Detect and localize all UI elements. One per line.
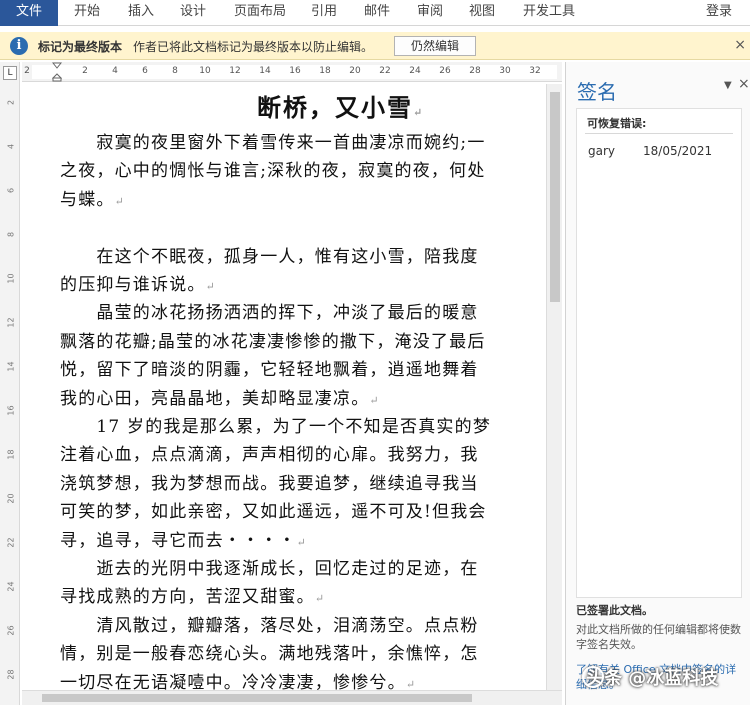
vruler-tick: 26 bbox=[6, 625, 16, 636]
hruler-tick: 26 bbox=[439, 66, 451, 76]
document-line: 逝去的光阴中我逐渐成长，回忆走过的足迹，在 bbox=[60, 559, 479, 579]
hruler-tick: 14 bbox=[259, 66, 271, 76]
message-bar-title: 标记为最终版本 bbox=[38, 40, 123, 54]
close-icon[interactable]: × bbox=[734, 37, 746, 53]
signature-date: 18/05/2021 bbox=[643, 144, 713, 158]
vertical-ruler: 2 4 6 8 10 12 14 16 18 20 22 24 26 28 bbox=[0, 62, 20, 705]
vruler-tick: 28 bbox=[6, 669, 16, 680]
hruler-tick: 28 bbox=[469, 66, 481, 76]
tab-selector[interactable]: L bbox=[3, 66, 17, 80]
document-line: 悦，留下了暗淡的阴霾，它轻轻地飘着，逍遥地舞着 bbox=[60, 360, 479, 381]
hruler-tick: 24 bbox=[409, 66, 421, 76]
paragraph-mark-icon: ↵ bbox=[314, 592, 326, 606]
tab-mailings[interactable]: 邮件 bbox=[364, 0, 390, 26]
tab-page-layout[interactable]: 页面布局 bbox=[234, 0, 286, 26]
chevron-down-icon[interactable]: ▼ bbox=[724, 80, 732, 91]
signer-name[interactable]: gary bbox=[588, 144, 615, 158]
tab-references[interactable]: 引用 bbox=[311, 0, 337, 26]
document-line: 17 岁的我是那么累，为了一个不知是否真实的梦 bbox=[60, 417, 492, 437]
vruler-tick: 6 bbox=[6, 187, 16, 194]
document-line: 注着心血，点点滴滴，声声相彻的心扉。我努力，我 bbox=[60, 445, 479, 466]
horizontal-scroll-thumb[interactable] bbox=[42, 694, 472, 702]
document-line: 情，别是一般春恋绕心头。满地残落叶，余憔悴，怎 bbox=[60, 644, 479, 665]
hruler-tick: 32 bbox=[529, 66, 541, 76]
document-line: 寂寞的夜里窗外下着雪传来一首曲凄凉而婉约;一 bbox=[60, 133, 486, 153]
vruler-tick: 8 bbox=[6, 231, 16, 238]
document-line: 清风散过，瓣瓣落，落尽处，泪滴荡空。点点粉 bbox=[60, 615, 479, 636]
document-line: 飘落的花瓣;晶莹的冰花凄凄惨惨的撒下，淹没了最后 bbox=[60, 331, 486, 352]
vruler-tick: 24 bbox=[6, 581, 16, 592]
paragraph-mark-icon: ↵ bbox=[205, 280, 217, 293]
tab-view[interactable]: 视图 bbox=[469, 0, 495, 26]
signed-note-title: 已签署此文档。 bbox=[576, 604, 653, 617]
paragraph-mark-icon: ↵ bbox=[114, 194, 126, 208]
document-line: 在这个不眠夜，孤身一人，惟有这小雪，陪我度 bbox=[60, 246, 479, 267]
signed-note-text: 对此文档所做的任何编辑都将使数字签名失效。 bbox=[576, 623, 741, 651]
tab-design[interactable]: 设计 bbox=[180, 0, 206, 26]
document-line: 寻找成熟的方向，苦涩又甜蜜。↵ bbox=[60, 587, 326, 608]
divider bbox=[585, 133, 733, 134]
watermark-logo-icon bbox=[582, 666, 604, 688]
document-line: 晶莹的冰花扬扬洒洒的挥下，冲淡了最后的暖意 bbox=[60, 303, 479, 324]
hruler-tick: 2 bbox=[82, 66, 88, 76]
tab-home[interactable]: 开始 bbox=[74, 0, 100, 26]
vruler-tick: 22 bbox=[6, 537, 16, 548]
hruler-tick: 2 bbox=[24, 66, 30, 76]
tab-developer[interactable]: 开发工具 bbox=[523, 0, 575, 26]
close-icon[interactable]: × bbox=[738, 76, 750, 92]
signature-pane-title: 签名 bbox=[577, 80, 617, 104]
tab-file[interactable]: 文件 bbox=[0, 0, 58, 26]
hruler-tick: 12 bbox=[229, 66, 241, 76]
hruler-tick: 16 bbox=[289, 66, 301, 76]
vruler-tick: 12 bbox=[6, 317, 16, 328]
tab-review[interactable]: 审阅 bbox=[417, 0, 443, 26]
document-line: 一切尽在无语凝噎中。冷冷凄凄，惨惨兮。↵ bbox=[60, 672, 417, 690]
ribbon-tab-bar: 文件 开始 插入 设计 页面布局 引用 邮件 审阅 视图 开发工具 登录 bbox=[0, 0, 750, 26]
final-version-message-bar: i 标记为最终版本 作者已将此文档标记为最终版本以防止编辑。 仍然编辑 × bbox=[0, 32, 750, 60]
paragraph-mark-icon: ↵ bbox=[369, 393, 380, 407]
hruler-tick: 18 bbox=[319, 66, 331, 76]
vruler-tick: 20 bbox=[6, 493, 16, 504]
document-line: 与蝶。↵ bbox=[60, 189, 126, 210]
info-icon: i bbox=[10, 37, 28, 55]
hruler-tick: 4 bbox=[112, 66, 118, 76]
hruler-tick: 10 bbox=[199, 66, 211, 76]
indent-marker-icon[interactable] bbox=[52, 62, 62, 82]
watermark: 头条 @冰蓝科技 bbox=[582, 664, 719, 694]
vertical-scrollbar[interactable] bbox=[546, 84, 562, 690]
watermark-text: 头条 @冰蓝科技 bbox=[586, 668, 719, 689]
recoverable-errors-label: 可恢复错误: bbox=[587, 117, 647, 130]
document-line: 浇筑梦想，我为梦想而战。我要追梦，继续追寻我当 bbox=[60, 473, 479, 494]
document-line: 可笑的梦，如此亲密，又如此遥远，遥不可及!但我会 bbox=[60, 502, 487, 523]
vertical-scroll-thumb[interactable] bbox=[550, 92, 560, 302]
tab-insert[interactable]: 插入 bbox=[128, 0, 154, 26]
document-title: 断桥，又小雪↵ bbox=[257, 93, 425, 122]
document-line: 的压抑与谁诉说。↵ bbox=[60, 275, 217, 295]
message-bar-text: 作者已将此文档标记为最终版本以防止编辑。 bbox=[133, 40, 374, 54]
login-link[interactable]: 登录 bbox=[706, 0, 732, 26]
vruler-tick: 16 bbox=[6, 405, 16, 416]
edit-anyway-button[interactable]: 仍然编辑 bbox=[394, 36, 476, 56]
horizontal-scrollbar[interactable] bbox=[22, 690, 562, 705]
signature-list: 可恢复错误: gary 18/05/2021 bbox=[576, 108, 742, 598]
document-line: 我的心田，亮晶晶地，美却略显凄凉。↵ bbox=[60, 388, 380, 409]
document-line: 之夜，心中的惆怅与谁言;深秋的夜，寂寞的夜，何处 bbox=[60, 161, 486, 182]
hruler-tick: 30 bbox=[499, 66, 511, 76]
document-page[interactable]: 断桥，又小雪↵ 寂寞的夜里窗外下着雪传来一首曲凄凉而婉约;一 之夜，心中的惆怅与谁… bbox=[22, 84, 546, 690]
hruler-tick: 6 bbox=[142, 66, 148, 76]
hruler-tick: 8 bbox=[172, 66, 178, 76]
paragraph-mark-icon: ↵ bbox=[405, 677, 417, 690]
signature-pane: 签名 ▼ × 可恢复错误: gary 18/05/2021 已签署此文档。 对此… bbox=[565, 62, 750, 705]
hruler-tick: 20 bbox=[349, 66, 361, 76]
vruler-tick: 2 bbox=[6, 99, 16, 106]
vruler-tick: 14 bbox=[6, 361, 16, 372]
hruler-tick: 22 bbox=[379, 66, 391, 76]
vruler-tick: 18 bbox=[6, 449, 16, 460]
paragraph-mark-icon: ↵ bbox=[296, 535, 308, 549]
horizontal-ruler: 2 2 4 6 8 10 12 14 16 18 20 22 24 26 28 … bbox=[22, 62, 562, 82]
document-line: 寻，追寻，寻它而去・・・・↵ bbox=[60, 530, 308, 551]
vruler-tick: 4 bbox=[6, 143, 16, 150]
vruler-tick: 10 bbox=[6, 273, 16, 284]
